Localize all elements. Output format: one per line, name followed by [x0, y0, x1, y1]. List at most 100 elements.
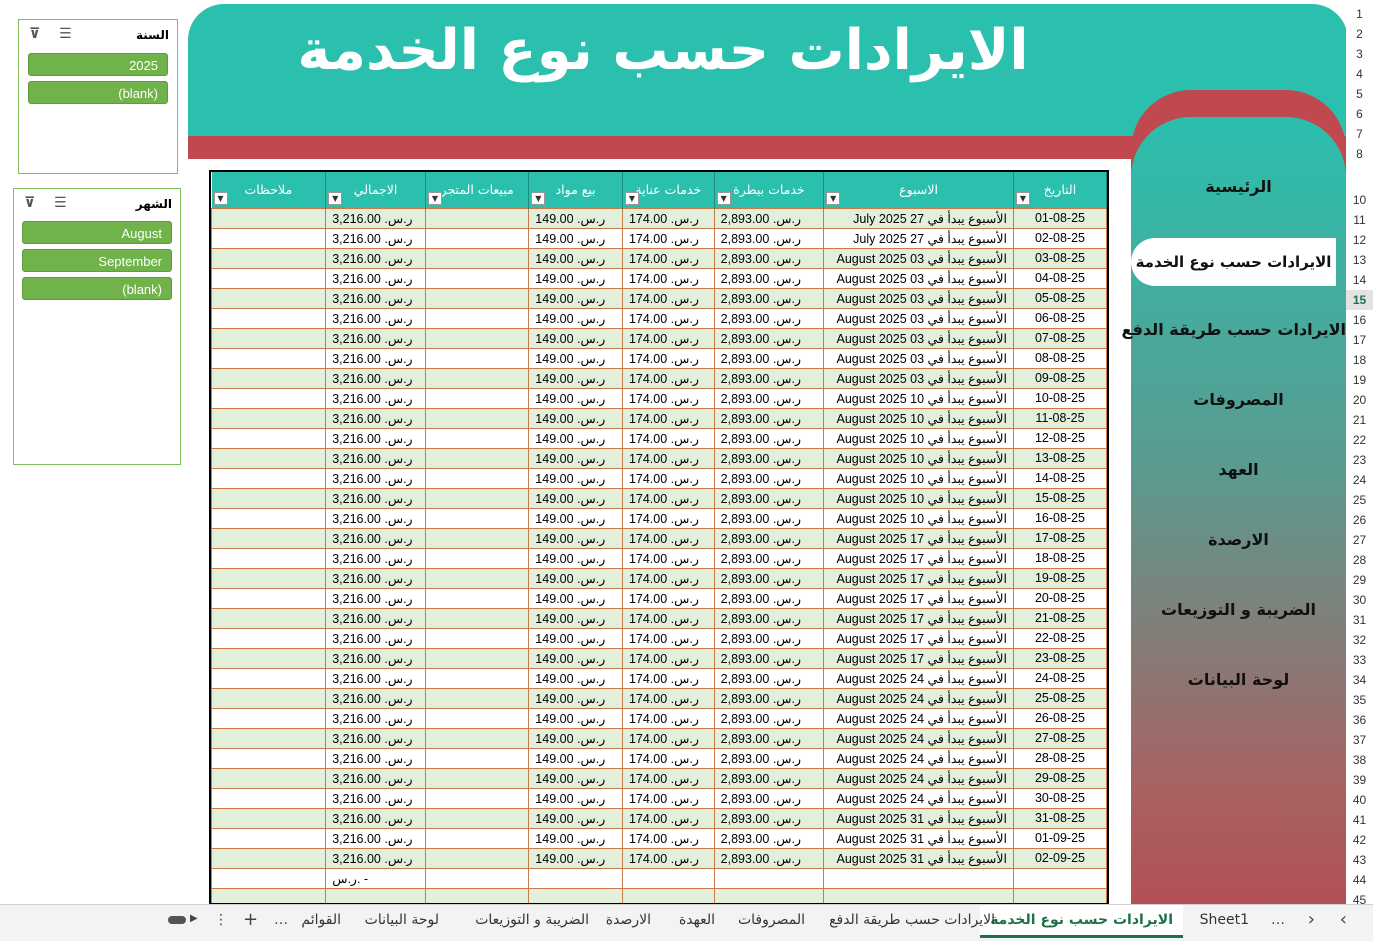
cell-care-services[interactable]: ر.س. 174.00 — [621, 807, 715, 829]
row-number[interactable]: 33 — [1346, 650, 1373, 670]
cell-date[interactable]: 03-08-25 — [1012, 247, 1107, 269]
cell-materials[interactable]: ر.س. 149.00 — [528, 727, 623, 749]
cell-notes[interactable] — [211, 887, 327, 903]
row-number[interactable]: 44 — [1346, 870, 1373, 890]
cell-week[interactable]: الأسبوع يبدأ في 17 August 2025 — [823, 527, 1014, 549]
cell-date[interactable]: 08-08-25 — [1012, 347, 1107, 369]
cell-date[interactable]: 12-08-25 — [1012, 427, 1107, 449]
cell-notes[interactable] — [211, 227, 327, 249]
row-number[interactable]: 13 — [1346, 250, 1373, 270]
cell-care-services[interactable]: ر.س. 174.00 — [621, 507, 715, 529]
cell-week[interactable]: الأسبوع يبدأ في 24 August 2025 — [823, 707, 1014, 729]
nav-item-0[interactable]: الرئيسية — [1131, 177, 1346, 196]
cell-notes[interactable] — [211, 247, 327, 269]
cell-total[interactable]: ر.س. 3,216.00 — [325, 647, 426, 669]
cell-week[interactable]: الأسبوع يبدأ في 17 August 2025 — [823, 607, 1014, 629]
cell-date[interactable]: 10-08-25 — [1012, 387, 1107, 409]
cell-total[interactable]: ر.س. 3,216.00 — [325, 287, 426, 309]
cell-care-services[interactable]: ر.س. 174.00 — [621, 847, 715, 869]
cell-materials[interactable] — [528, 887, 623, 903]
cell-week[interactable]: الأسبوع يبدأ في 03 August 2025 — [823, 267, 1014, 289]
cell-store-sales[interactable] — [424, 487, 530, 509]
nav-item-6[interactable]: الضريبة و التوزيعات — [1131, 600, 1346, 619]
cell-notes[interactable] — [211, 867, 327, 889]
cell-materials[interactable]: ر.س. 149.00 — [528, 547, 623, 569]
cell-total[interactable]: ر.س. 3,216.00 — [325, 267, 426, 289]
cell-materials[interactable]: ر.س. 149.00 — [528, 227, 623, 249]
cell-care-services[interactable]: ر.س. 174.00 — [621, 767, 715, 789]
cell-store-sales[interactable] — [424, 427, 530, 449]
cell-vet-services[interactable]: ر.س. 2,893.00 — [713, 307, 825, 329]
cell-care-services[interactable]: ر.س. 174.00 — [621, 547, 715, 569]
cell-week[interactable]: الأسبوع يبدأ في 10 August 2025 — [823, 387, 1014, 409]
cell-care-services[interactable]: ر.س. 174.00 — [621, 447, 715, 469]
cell-vet-services[interactable] — [713, 887, 825, 903]
cell-total[interactable]: ر.س. 3,216.00 — [325, 207, 426, 229]
cell-vet-services[interactable]: ر.س. 2,893.00 — [713, 267, 825, 289]
sheet-menu-button[interactable]: ⋮ — [214, 912, 228, 928]
cell-date[interactable]: 21-08-25 — [1012, 607, 1107, 629]
cell-care-services[interactable]: ر.س. 174.00 — [621, 407, 715, 429]
cell-care-services[interactable]: ر.س. 174.00 — [621, 587, 715, 609]
cell-date[interactable]: 29-08-25 — [1012, 767, 1107, 789]
cell-care-services[interactable]: ر.س. 174.00 — [621, 487, 715, 509]
cell-total[interactable]: ر.س. 3,216.00 — [325, 767, 426, 789]
cell-week[interactable]: الأسبوع يبدأ في 10 August 2025 — [823, 427, 1014, 449]
cell-store-sales[interactable] — [424, 207, 530, 229]
cell-care-services[interactable]: ر.س. 174.00 — [621, 567, 715, 589]
cell-care-services[interactable] — [621, 867, 715, 889]
cell-notes[interactable] — [211, 287, 327, 309]
slicer-item-blank[interactable]: (blank) — [22, 277, 172, 300]
column-header-total[interactable]: الاجمالي ▼ — [325, 172, 426, 208]
cell-vet-services[interactable]: ر.س. 2,893.00 — [713, 707, 825, 729]
cell-materials[interactable]: ر.س. 149.00 — [528, 527, 623, 549]
column-header-care-services[interactable]: خدمات عناية ▼ — [622, 172, 715, 208]
cell-materials[interactable]: ر.س. 149.00 — [528, 767, 623, 789]
year-slicer[interactable]: السنة ☰ ⊽ 2025 (blank) — [18, 19, 178, 174]
cell-notes[interactable] — [211, 467, 327, 489]
cell-vet-services[interactable]: ر.س. 2,893.00 — [713, 507, 825, 529]
cell-total[interactable]: ر.س. 3,216.00 — [325, 347, 426, 369]
sheet-tab[interactable]: العهدة — [679, 905, 715, 938]
cell-week[interactable]: الأسبوع يبدأ في 17 August 2025 — [823, 647, 1014, 669]
cell-total[interactable]: ر.س. 3,216.00 — [325, 527, 426, 549]
cell-store-sales[interactable] — [424, 227, 530, 249]
row-number[interactable]: 29 — [1346, 570, 1373, 590]
cell-store-sales[interactable] — [424, 447, 530, 469]
cell-date[interactable]: 13-08-25 — [1012, 447, 1107, 469]
cell-total[interactable]: ر.س. 3,216.00 — [325, 847, 426, 869]
column-header-week[interactable]: الاسبوع ▼ — [823, 172, 1014, 208]
cell-store-sales[interactable] — [424, 467, 530, 489]
cell-store-sales[interactable] — [424, 547, 530, 569]
row-number[interactable]: 34 — [1346, 670, 1373, 690]
cell-notes[interactable] — [211, 407, 327, 429]
cell-store-sales[interactable] — [424, 527, 530, 549]
cell-vet-services[interactable] — [713, 867, 825, 889]
row-number[interactable]: 16 — [1346, 310, 1373, 330]
cell-notes[interactable] — [211, 707, 327, 729]
cell-vet-services[interactable]: ر.س. 2,893.00 — [713, 467, 825, 489]
cell-store-sales[interactable] — [424, 287, 530, 309]
cell-date[interactable]: 04-08-25 — [1012, 267, 1107, 289]
filter-dropdown-icon[interactable]: ▼ — [531, 191, 546, 205]
cell-date[interactable]: 09-08-25 — [1012, 367, 1107, 389]
row-number[interactable]: 8 — [1346, 144, 1373, 164]
cell-store-sales[interactable] — [424, 247, 530, 269]
cell-care-services[interactable]: ر.س. 174.00 — [621, 747, 715, 769]
cell-notes[interactable] — [211, 747, 327, 769]
cell-notes[interactable] — [211, 347, 327, 369]
row-number[interactable]: 24 — [1346, 470, 1373, 490]
cell-materials[interactable]: ر.س. 149.00 — [528, 707, 623, 729]
cell-total[interactable]: ر.س. 3,216.00 — [325, 547, 426, 569]
cell-care-services[interactable]: ر.س. 174.00 — [621, 327, 715, 349]
cell-care-services[interactable]: ر.س. 174.00 — [621, 307, 715, 329]
filter-dropdown-icon[interactable]: ▼ — [826, 191, 841, 205]
cell-total[interactable]: ر.س. 3,216.00 — [325, 747, 426, 769]
scroll-right-icon[interactable]: ▶ — [190, 913, 198, 924]
cell-total[interactable]: ر.س. 3,216.00 — [325, 407, 426, 429]
cell-week[interactable]: الأسبوع يبدأ في 24 August 2025 — [823, 767, 1014, 789]
cell-week[interactable]: الأسبوع يبدأ في 10 August 2025 — [823, 467, 1014, 489]
cell-materials[interactable]: ر.س. 149.00 — [528, 347, 623, 369]
cell-materials[interactable]: ر.س. 149.00 — [528, 307, 623, 329]
cell-week[interactable]: الأسبوع يبدأ في 03 August 2025 — [823, 327, 1014, 349]
